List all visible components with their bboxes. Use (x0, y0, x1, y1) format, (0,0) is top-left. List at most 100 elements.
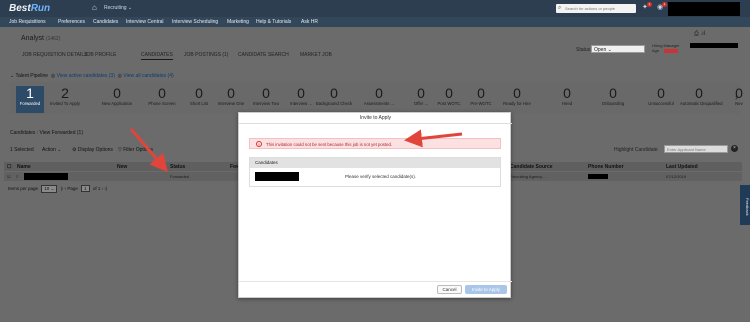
pipeline-stage-6[interactable]: 0 Interview One (212, 86, 250, 113)
highlight-label: Highlight Candidate (614, 147, 658, 153)
nav-preferences[interactable]: Preferences (58, 19, 85, 25)
stage-label: Interview Two (252, 101, 280, 106)
nav-marketing[interactable]: Marketing (227, 19, 249, 25)
display-options-button[interactable]: ⚙ Display Options (72, 147, 113, 153)
pagination: Items per page 10 ⌄ |‹ ‹ Page 1 of 1 › ›… (8, 185, 108, 193)
tab-candidate-search[interactable]: CANDIDATE SEARCH (238, 52, 289, 58)
tab-candidates[interactable]: CANDIDATES (141, 52, 173, 60)
status-select[interactable]: Open ⌄ (591, 45, 645, 53)
stage-label: Phone Screen (148, 101, 176, 106)
col-last-updated[interactable]: Last Updated (666, 164, 698, 170)
stage-count: 0 (262, 85, 270, 101)
items-per-page-select[interactable]: 10 ⌄ (41, 185, 58, 193)
pipeline-stage-4[interactable]: 0 Phone Screen (143, 86, 181, 113)
last-page-icon[interactable]: ›| (104, 186, 107, 191)
col-candidate-source[interactable]: Candidate Source (510, 164, 553, 170)
next-page-icon[interactable]: › (102, 186, 104, 191)
module-label: Recruiting (104, 5, 127, 11)
view-active-link[interactable]: View active candidates (3) (57, 73, 115, 79)
page-input[interactable]: 1 (81, 185, 90, 192)
eye-icon: ◎ (50, 73, 56, 79)
pipeline-stage-9[interactable]: 0 Background Check (315, 86, 353, 113)
notification-icon[interactable]: ✦ 1 (642, 2, 652, 12)
pipeline-stage-2[interactable]: 2 Invited To Apply (46, 86, 84, 113)
notification-badge: 1 (647, 2, 652, 7)
select-all-checkbox[interactable]: ☐ (7, 164, 11, 170)
row-source: Recruiting Agency ... (510, 174, 547, 179)
eye-icon-2: ◎ (117, 73, 123, 79)
user-menu-redacted[interactable] (668, 2, 740, 16)
stage-label: Assessments ... (363, 101, 395, 106)
view-all-link[interactable]: View all candidates (4) (123, 73, 173, 79)
pipeline-stage-7[interactable]: 0 Interview Two (247, 86, 285, 113)
pipeline-stage-16[interactable]: 0 Onboarding (594, 86, 632, 113)
invite-to-apply-button[interactable]: Invite to Apply (465, 285, 507, 294)
pipeline-stage-14[interactable]: 0 Ready for Hire (498, 86, 536, 113)
cancel-button[interactable]: Cancel (437, 285, 462, 294)
pipeline-stage-1[interactable]: 1 Forwarded (16, 86, 44, 113)
nav-candidates[interactable]: Candidates (93, 19, 118, 25)
stage-label: New Application (101, 101, 133, 106)
stage-count: 0 (513, 85, 521, 101)
pipeline-stage-19[interactable]: 0 Nev (720, 86, 750, 113)
home-icon[interactable]: ⌂ (92, 4, 100, 12)
stage-label: Onboarding (601, 101, 625, 106)
nav-interview-central[interactable]: Interview Central (126, 19, 164, 25)
nav-ask-hr[interactable]: Ask HR (301, 19, 318, 25)
close-icon[interactable]: × (731, 145, 738, 152)
pipeline-stage-13[interactable]: 0 Pre-WOTC (462, 86, 500, 113)
dialog-footer: Cancel Invite to Apply (239, 281, 512, 299)
feedback-tab[interactable]: Feedback (740, 185, 750, 225)
first-page-icon[interactable]: |‹ (61, 186, 64, 191)
stage-label: Hired (561, 101, 573, 106)
stage-count: 1 (26, 85, 34, 101)
row-status: Forwarded (170, 174, 190, 179)
candidates-header: Candidates : View Forwarded (1) (10, 130, 83, 136)
stage-count: 0 (113, 85, 121, 101)
stage-label: Interview One (217, 101, 245, 106)
stage-count: 0 (695, 85, 703, 101)
candidate-name-redacted (255, 172, 299, 181)
view-options-icon[interactable]: ⎙ .ıl (694, 31, 705, 38)
stage-label: Ready for Hire (503, 101, 531, 106)
nav-help-tutorials[interactable]: Help & Tutorials (256, 19, 291, 25)
row-menu-icon[interactable]: ≡ (16, 174, 18, 179)
pipeline-stage-3[interactable]: 0 New Application (98, 86, 136, 113)
nav-interview-scheduling[interactable]: Interview Scheduling (172, 19, 218, 25)
tab-market-job[interactable]: MARKET JOB (300, 52, 332, 58)
global-search-input[interactable]: ⌕ Search for actions or people (556, 4, 636, 13)
page-title: Analyst (1462) (21, 35, 61, 42)
phone-redacted (588, 174, 608, 179)
action-menu[interactable]: Action ⌄ (42, 147, 62, 153)
col-new[interactable]: New (117, 164, 127, 170)
verify-message: Please verify selected candidate(s). (345, 174, 417, 179)
col-name[interactable]: Name (17, 164, 31, 170)
alert-icon[interactable]: ◉ 1 (657, 2, 667, 12)
nav-job-requisitions[interactable]: Job Requisitions (9, 19, 46, 25)
hiring-manager-redacted (690, 43, 738, 48)
filter-options-button[interactable]: ▽ Filter Options (118, 147, 153, 153)
tab-job-postings[interactable]: JOB POSTINGS (1) (184, 52, 228, 58)
alert-badge: 1 (662, 2, 667, 7)
row-checkbox[interactable]: ☑ (7, 174, 11, 179)
pipeline-stage-10[interactable]: 0 Assessments ... (360, 86, 398, 113)
pipeline-stage-15[interactable]: 0 Hired (548, 86, 586, 113)
tab-job-profile[interactable]: JOB PROFILE (84, 52, 117, 58)
module-switcher[interactable]: Recruiting ⌄ (104, 5, 132, 11)
collapse-icon[interactable]: ⌄ (10, 73, 14, 79)
pipeline-stage-17[interactable]: 0 Unsuccessful (642, 86, 680, 113)
col-phone-number[interactable]: Phone Number (588, 164, 624, 170)
candidates-column-header: Candidates (250, 158, 500, 168)
candidates-table: Candidates Please verify selected candid… (249, 157, 501, 187)
stage-count: 0 (563, 85, 571, 101)
col-status[interactable]: Status (170, 164, 185, 170)
company-logo[interactable]: BestRun (9, 3, 50, 14)
highlight-input[interactable]: Enter Applicant Name (664, 145, 728, 153)
prev-page-icon[interactable]: ‹ (65, 186, 67, 191)
tab-job-requisition-details[interactable]: JOB REQUISITION DETAILS (22, 52, 87, 58)
row-last-updated: 07/12/2019 (666, 174, 687, 179)
age-indicator (664, 49, 678, 53)
stage-label: Forwarded (19, 101, 41, 106)
pipeline-stage-18[interactable]: 0 Automatic Disqualified (680, 85, 723, 113)
top-bar: BestRun ⌂ Recruiting ⌄ ⌕ Search for acti… (0, 0, 750, 17)
